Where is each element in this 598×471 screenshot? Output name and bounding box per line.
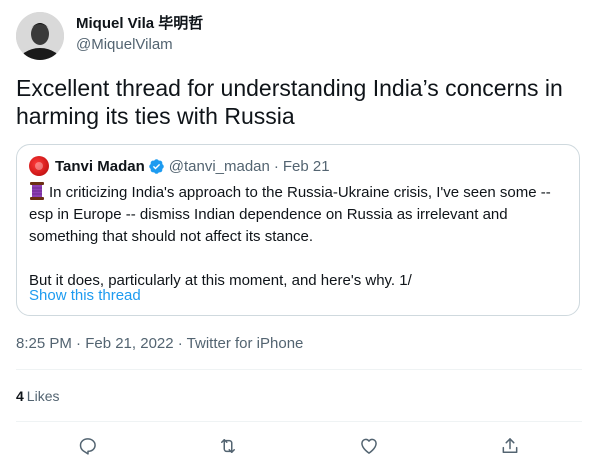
share-icon: [502, 438, 518, 453]
likes-label: Likes: [26, 388, 60, 404]
thread-spool-icon: [30, 182, 44, 200]
quoted-author-avatar: [29, 156, 49, 176]
reply-button[interactable]: [76, 434, 100, 458]
author-avatar-photo: [16, 12, 64, 60]
quoted-tweet-text: In criticizing India's approach to the R…: [29, 182, 567, 292]
author-display-name[interactable]: Miquel Vila 毕明哲: [76, 14, 203, 34]
show-thread-link[interactable]: Show this thread: [29, 286, 141, 306]
likes-count: 4: [16, 388, 24, 404]
quoted-author-handle: @tanvi_madan: [168, 157, 270, 175]
reply-icon: [79, 438, 96, 455]
author-handle[interactable]: @MiquelVilam: [76, 35, 203, 55]
quoted-author-name: Tanvi Madan: [55, 157, 145, 175]
tweet-text: Excellent thread for understanding India…: [16, 75, 563, 129]
retweet-button[interactable]: [216, 434, 240, 458]
quoted-tweet-date: Feb 21: [282, 157, 330, 175]
separator-dot: ·: [273, 157, 279, 175]
divider: [16, 369, 582, 370]
author-info[interactable]: Miquel Vila 毕明哲 @MiquelVilam: [76, 14, 203, 55]
verified-badge-icon: [148, 158, 164, 174]
action-bar: [0, 434, 598, 460]
author-avatar[interactable]: [16, 12, 64, 60]
quoted-tweet-header: Tanvi Madan @tanvi_madan · Feb 21: [29, 156, 330, 176]
share-button[interactable]: [498, 434, 522, 458]
tweet-meta[interactable]: 8:25 PM · Feb 21, 2022 · Twitter for iPh…: [16, 334, 303, 354]
retweet-icon: [221, 439, 235, 453]
quoted-paragraph-1-text: In criticizing India's approach to the R…: [29, 184, 551, 245]
quoted-tweet-card[interactable]: Tanvi Madan @tanvi_madan · Feb 21 In cri…: [16, 144, 580, 316]
quoted-paragraph-1: In criticizing India's approach to the R…: [29, 182, 567, 248]
heart-icon: [361, 438, 377, 454]
like-button[interactable]: [357, 434, 381, 458]
tweet: Miquel Vila 毕明哲 @MiquelVilam Excellent t…: [0, 0, 598, 471]
divider: [16, 421, 582, 422]
likes-stat[interactable]: 4 Likes: [16, 386, 59, 406]
